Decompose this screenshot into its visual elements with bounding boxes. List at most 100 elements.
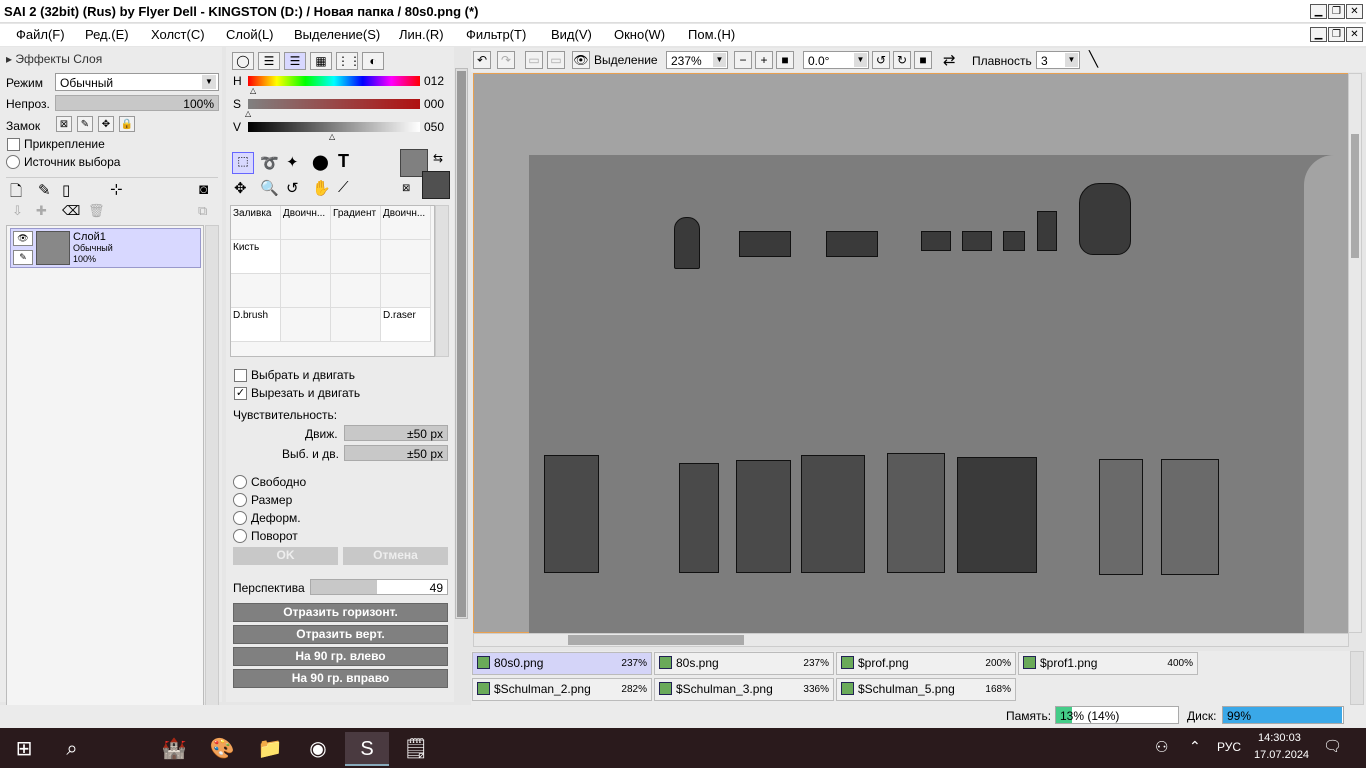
search-icon[interactable]: ⌕: [50, 732, 94, 766]
new-folder-icon[interactable]: ▯: [62, 181, 70, 199]
lock-transparency-icon[interactable]: ⊠: [56, 116, 72, 132]
smoothing-select[interactable]: 3 ▼: [1036, 51, 1080, 69]
clock-date[interactable]: 17.07.2024: [1254, 749, 1309, 761]
clip-checkbox[interactable]: [7, 138, 20, 151]
clear-layer-icon[interactable]: ⌫: [62, 203, 80, 219]
tool-panel-scrollbar[interactable]: [455, 68, 468, 619]
hsv-slider-icon[interactable]: ☰: [284, 52, 306, 70]
rotate-left-button[interactable]: На 90 гр. влево: [233, 647, 448, 666]
clock-time[interactable]: 14:30:03: [1258, 732, 1301, 744]
brush-cell[interactable]: Градиент: [331, 206, 381, 240]
doc-tab[interactable]: $Schulman_3.png 336%: [654, 678, 834, 701]
menu-view[interactable]: Вид(V): [551, 27, 592, 42]
selmove-sensitivity-slider[interactable]: ±50 px: [344, 445, 448, 461]
text-tool-icon[interactable]: T: [338, 151, 349, 172]
language-indicator[interactable]: РУС: [1217, 740, 1241, 754]
brush-scrollbar[interactable]: [435, 205, 449, 357]
value-slider[interactable]: [248, 122, 420, 132]
lasso-icon[interactable]: ➰: [260, 154, 279, 172]
rotate-reset-icon[interactable]: ■: [914, 51, 932, 69]
restore-icon[interactable]: ❐: [1328, 4, 1345, 19]
menu-ruler[interactable]: Лин.(R): [399, 27, 444, 42]
brush-cell[interactable]: Заливка: [231, 206, 281, 240]
doc-tab[interactable]: $prof1.png 400%: [1018, 652, 1198, 675]
layer-scrollbar[interactable]: [205, 225, 219, 733]
hand-icon[interactable]: ✋: [312, 179, 331, 197]
menu-window[interactable]: Окно(W): [614, 27, 665, 42]
swatch-icon[interactable]: ▦: [310, 52, 332, 70]
menu-canvas[interactable]: Холст(C): [151, 27, 205, 42]
flip-horizontal-button[interactable]: Отразить горизонт.: [233, 603, 448, 622]
deform-radio[interactable]: [233, 511, 247, 525]
invert-select-icon[interactable]: ▭: [547, 51, 565, 69]
zoom-icon[interactable]: 🔍: [260, 179, 279, 197]
menu-layer[interactable]: Слой(L): [226, 27, 274, 42]
brush-cell[interactable]: [231, 274, 281, 308]
zoom-select[interactable]: 237% ▼: [666, 51, 728, 69]
undo-icon[interactable]: ↶: [473, 51, 491, 69]
perspective-slider[interactable]: 49: [310, 579, 448, 595]
clip-layer-icon[interactable]: ⊹: [110, 180, 123, 198]
minimize-icon[interactable]: ▁: [1310, 4, 1327, 19]
eyedropper-icon[interactable]: ⟋: [338, 179, 349, 196]
rect-select-icon[interactable]: ⬚: [232, 152, 254, 174]
brush-cell[interactable]: D.raser: [381, 308, 431, 342]
cancel-button[interactable]: Отмена: [343, 547, 448, 565]
scale-radio[interactable]: [233, 493, 247, 507]
doc-tab[interactable]: 80s.png 237%: [654, 652, 834, 675]
flip-vertical-button[interactable]: Отразить верт.: [233, 625, 448, 644]
menu-filter[interactable]: Фильтр(T): [466, 27, 526, 42]
move-sensitivity-slider[interactable]: ±50 px: [344, 425, 448, 441]
delete-layer-icon[interactable]: 🗑: [88, 203, 105, 219]
free-transform-radio[interactable]: [233, 475, 247, 489]
ok-button[interactable]: OK: [233, 547, 338, 565]
layer-row[interactable]: 👁 ✎ Слой1 Обычный 100%: [10, 228, 201, 268]
doc-tab[interactable]: $Schulman_5.png 168%: [836, 678, 1016, 701]
lock-move-icon[interactable]: ✥: [98, 116, 114, 132]
tabs-scrollbar[interactable]: [1350, 651, 1364, 705]
layer-effects-toggle[interactable]: ▸ Эффекты Слоя: [6, 52, 102, 66]
people-icon[interactable]: ⚇: [1155, 738, 1168, 756]
secondary-color-swatch[interactable]: [422, 171, 450, 199]
redo-icon[interactable]: ↷: [497, 51, 515, 69]
brush-cell[interactable]: [381, 240, 431, 274]
brush-cell[interactable]: [281, 274, 331, 308]
palette-icon[interactable]: ⋮⋮: [336, 52, 361, 70]
sai-app-icon[interactable]: S: [345, 732, 389, 766]
brush-cell[interactable]: [331, 308, 381, 342]
apply-mask-icon[interactable]: ⧉: [198, 203, 207, 219]
paint-app-icon[interactable]: 🎨: [200, 732, 244, 766]
menu-help[interactable]: Пом.(H): [688, 27, 735, 42]
zoom-out-icon[interactable]: −: [734, 51, 752, 69]
merge-down-icon[interactable]: ⇩: [12, 203, 23, 219]
brush-cell[interactable]: Кисть: [231, 240, 281, 274]
layer-mask-icon[interactable]: ◙: [199, 181, 208, 198]
doc-tab[interactable]: $prof.png 200%: [836, 652, 1016, 675]
menu-file[interactable]: Файл(F): [16, 27, 65, 42]
brush-cell[interactable]: [281, 308, 331, 342]
move-icon[interactable]: ✥: [234, 179, 247, 197]
close-icon[interactable]: ✕: [1346, 4, 1363, 19]
new-linework-icon[interactable]: ✎: [38, 181, 51, 199]
rotate-cw-icon[interactable]: ↻: [893, 51, 911, 69]
saturation-slider[interactable]: [248, 99, 420, 109]
flip-view-icon[interactable]: ⇄: [943, 51, 956, 69]
doc-close-icon[interactable]: ✕: [1346, 27, 1363, 42]
line-tool-icon[interactable]: ╲: [1089, 50, 1098, 68]
opacity-slider[interactable]: 100%: [55, 95, 219, 111]
doc-minimize-icon[interactable]: ▁: [1310, 27, 1327, 42]
select-move-checkbox[interactable]: [234, 369, 247, 382]
brush-cell[interactable]: [331, 240, 381, 274]
zoom-reset-icon[interactable]: ■: [776, 51, 794, 69]
zoom-in-icon[interactable]: +: [755, 51, 773, 69]
notification-icon[interactable]: 🗨: [1323, 737, 1342, 755]
brush-cell[interactable]: [381, 274, 431, 308]
deselect-icon[interactable]: ▭: [525, 51, 543, 69]
color-wheel-icon[interactable]: ◯: [232, 52, 254, 70]
menu-edit[interactable]: Ред.(E): [85, 27, 129, 42]
lock-paint-icon[interactable]: ✎: [77, 116, 93, 132]
notepad-icon[interactable]: 🗒: [394, 732, 438, 766]
selection-source-radio[interactable]: [6, 155, 20, 169]
brush-cell[interactable]: D.brush: [231, 308, 281, 342]
rotate-ccw-icon[interactable]: ↺: [872, 51, 890, 69]
